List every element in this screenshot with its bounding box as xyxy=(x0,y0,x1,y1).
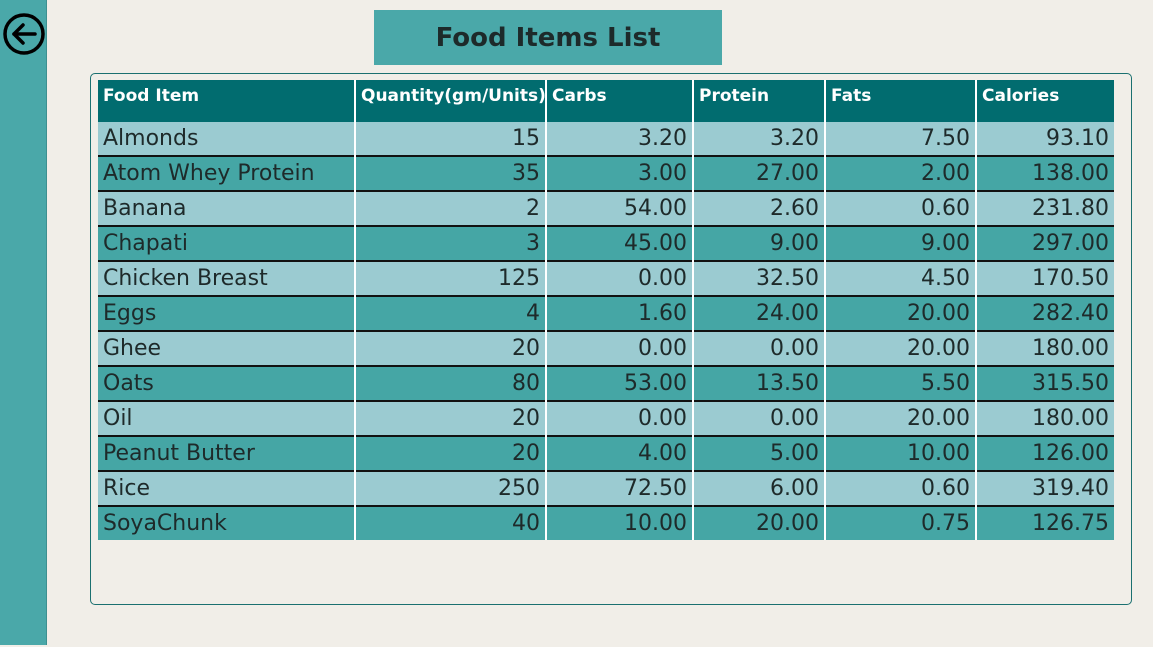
cell-food-item: Almonds xyxy=(98,122,356,156)
cell-food-item: Oats xyxy=(98,365,356,401)
cell-food-item: Oil xyxy=(98,400,356,436)
cell-fats: 20.00 xyxy=(825,400,977,436)
cell-calories: 231.80 xyxy=(976,190,1114,226)
cell-protein: 20.00 xyxy=(693,505,826,540)
cell-fats: 10.00 xyxy=(825,435,977,471)
cell-protein: 0.00 xyxy=(693,330,826,366)
cell-carbs: 54.00 xyxy=(546,190,694,226)
cell-carbs: 72.50 xyxy=(546,470,694,506)
cell-food-item: Atom Whey Protein xyxy=(98,155,356,191)
cell-calories: 126.00 xyxy=(976,435,1114,471)
cell-fats: 9.00 xyxy=(825,225,977,261)
table-row[interactable]: Oats 80 53.00 13.50 5.50 315.50 xyxy=(98,365,1114,401)
cell-quantity: 20 xyxy=(355,435,547,471)
column-header-protein[interactable]: Protein xyxy=(693,80,826,122)
cell-carbs: 3.00 xyxy=(546,155,694,191)
cell-quantity: 35 xyxy=(355,155,547,191)
cell-fats: 7.50 xyxy=(825,122,977,156)
cell-quantity: 250 xyxy=(355,470,547,506)
cell-calories: 170.50 xyxy=(976,260,1114,296)
cell-calories: 297.00 xyxy=(976,225,1114,261)
cell-fats: 0.60 xyxy=(825,470,977,506)
arrow-left-circle-icon xyxy=(3,13,45,55)
cell-quantity: 4 xyxy=(355,295,547,331)
cell-quantity: 2 xyxy=(355,190,547,226)
cell-protein: 13.50 xyxy=(693,365,826,401)
cell-calories: 180.00 xyxy=(976,400,1114,436)
cell-carbs: 0.00 xyxy=(546,400,694,436)
table-body: Almonds 15 3.20 3.20 7.50 93.10 Atom Whey Prot… xyxy=(98,122,1114,540)
cell-fats: 2.00 xyxy=(825,155,977,191)
cell-food-item: Rice xyxy=(98,470,356,506)
cell-fats: 4.50 xyxy=(825,260,977,296)
cell-carbs: 45.00 xyxy=(546,225,694,261)
cell-fats: 20.00 xyxy=(825,295,977,331)
cell-protein: 0.00 xyxy=(693,400,826,436)
cell-calories: 315.50 xyxy=(976,365,1114,401)
column-header-food-item[interactable]: Food Item xyxy=(98,80,356,122)
table-row[interactable]: SoyaChunk 40 10.00 20.00 0.75 126.75 xyxy=(98,505,1114,540)
cell-quantity: 20 xyxy=(355,330,547,366)
table-header-row: Food Item Quantity(gm/Units) Carbs Prote… xyxy=(98,80,1114,122)
table-row[interactable]: Peanut Butter 20 4.00 5.00 10.00 126.00 xyxy=(98,435,1114,471)
column-header-carbs[interactable]: Carbs xyxy=(546,80,694,122)
cell-protein: 24.00 xyxy=(693,295,826,331)
cell-carbs: 0.00 xyxy=(546,330,694,366)
cell-quantity: 3 xyxy=(355,225,547,261)
cell-calories: 319.40 xyxy=(976,470,1114,506)
cell-protein: 6.00 xyxy=(693,470,826,506)
table-row[interactable]: Eggs 4 1.60 24.00 20.00 282.40 xyxy=(98,295,1114,331)
cell-food-item: Banana xyxy=(98,190,356,226)
cell-food-item: Chapati xyxy=(98,225,356,261)
cell-food-item: Peanut Butter xyxy=(98,435,356,471)
cell-carbs: 1.60 xyxy=(546,295,694,331)
cell-carbs: 0.00 xyxy=(546,260,694,296)
back-button[interactable] xyxy=(2,12,46,56)
cell-protein: 3.20 xyxy=(693,122,826,156)
cell-quantity: 80 xyxy=(355,365,547,401)
cell-fats: 0.75 xyxy=(825,505,977,540)
table-row[interactable]: Rice 250 72.50 6.00 0.60 319.40 xyxy=(98,470,1114,506)
cell-calories: 180.00 xyxy=(976,330,1114,366)
table-row[interactable]: Chicken Breast 125 0.00 32.50 4.50 170.50 xyxy=(98,260,1114,296)
cell-carbs: 10.00 xyxy=(546,505,694,540)
app-window: Food Items List Food Item Quantity(gm/Un… xyxy=(0,0,1153,647)
table-row[interactable]: Almonds 15 3.20 3.20 7.50 93.10 xyxy=(98,122,1114,156)
cell-protein: 5.00 xyxy=(693,435,826,471)
column-header-fats[interactable]: Fats xyxy=(825,80,977,122)
cell-carbs: 4.00 xyxy=(546,435,694,471)
table-row[interactable]: Atom Whey Protein 35 3.00 27.00 2.00 138.00 xyxy=(98,155,1114,191)
cell-carbs: 3.20 xyxy=(546,122,694,156)
cell-protein: 32.50 xyxy=(693,260,826,296)
cell-calories: 93.10 xyxy=(976,122,1114,156)
table-row[interactable]: Chapati 3 45.00 9.00 9.00 297.00 xyxy=(98,225,1114,261)
cell-protein: 27.00 xyxy=(693,155,826,191)
cell-food-item: SoyaChunk xyxy=(98,505,356,540)
table-row[interactable]: Banana 2 54.00 2.60 0.60 231.80 xyxy=(98,190,1114,226)
side-rail xyxy=(0,0,47,645)
cell-calories: 126.75 xyxy=(976,505,1114,540)
cell-protein: 2.60 xyxy=(693,190,826,226)
cell-food-item: Chicken Breast xyxy=(98,260,356,296)
cell-quantity: 40 xyxy=(355,505,547,540)
table-row[interactable]: Ghee 20 0.00 0.00 20.00 180.00 xyxy=(98,330,1114,366)
column-header-quantity[interactable]: Quantity(gm/Units) xyxy=(355,80,547,122)
cell-fats: 20.00 xyxy=(825,330,977,366)
cell-carbs: 53.00 xyxy=(546,365,694,401)
cell-calories: 138.00 xyxy=(976,155,1114,191)
table-row[interactable]: Oil 20 0.00 0.00 20.00 180.00 xyxy=(98,400,1114,436)
cell-fats: 5.50 xyxy=(825,365,977,401)
cell-calories: 282.40 xyxy=(976,295,1114,331)
food-items-table: Food Item Quantity(gm/Units) Carbs Prote… xyxy=(98,80,1114,540)
cell-food-item: Eggs xyxy=(98,295,356,331)
cell-protein: 9.00 xyxy=(693,225,826,261)
page-title: Food Items List xyxy=(374,10,722,65)
cell-quantity: 15 xyxy=(355,122,547,156)
cell-fats: 0.60 xyxy=(825,190,977,226)
cell-food-item: Ghee xyxy=(98,330,356,366)
column-header-calories[interactable]: Calories xyxy=(976,80,1114,122)
cell-quantity: 125 xyxy=(355,260,547,296)
cell-quantity: 20 xyxy=(355,400,547,436)
